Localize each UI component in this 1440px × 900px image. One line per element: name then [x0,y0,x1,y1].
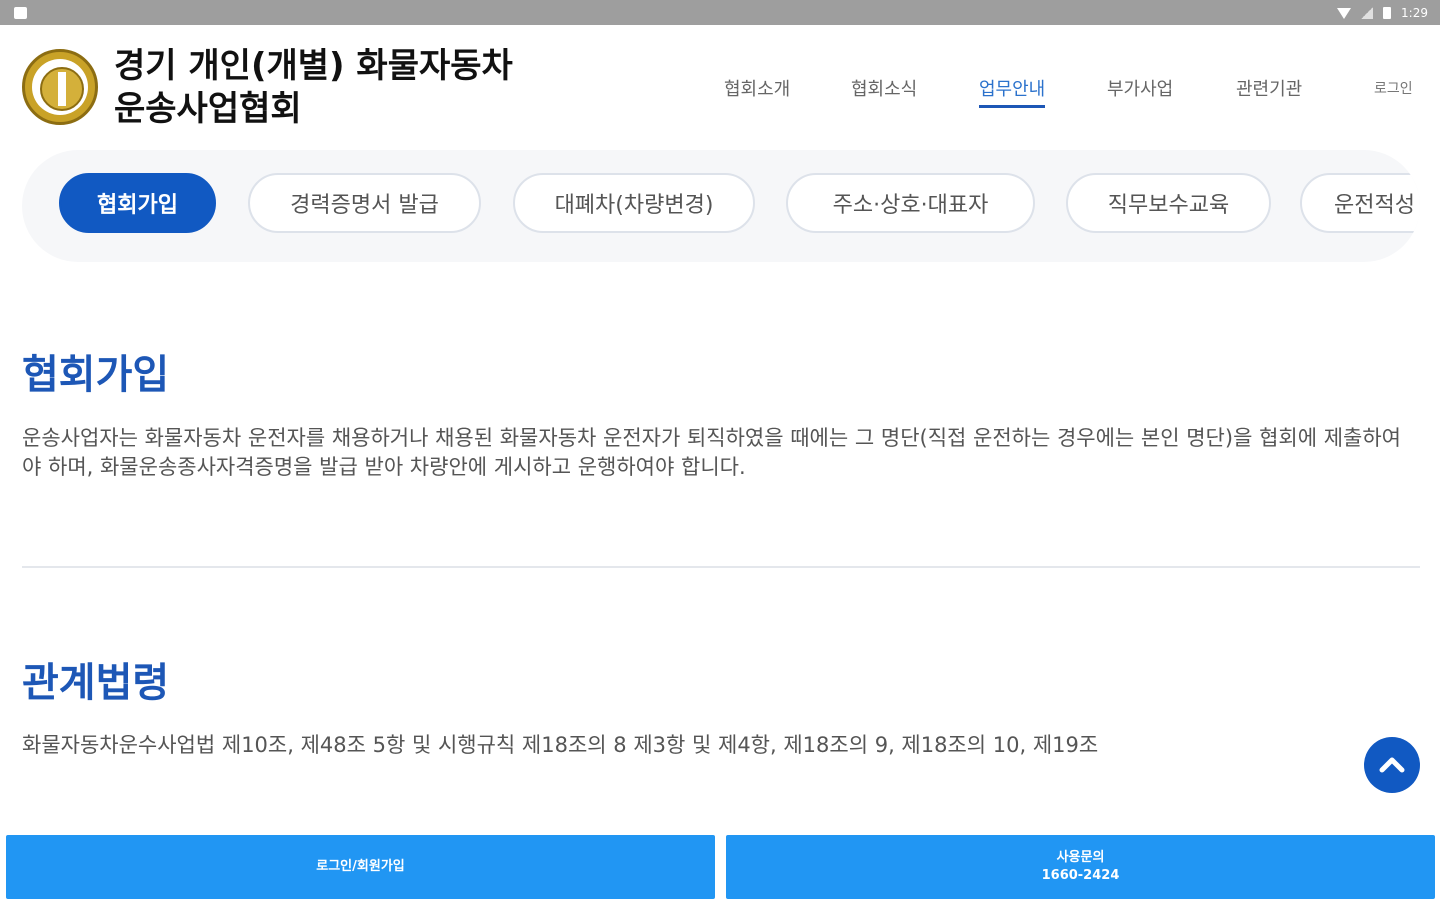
signal-icon [1361,7,1374,19]
login-link[interactable]: 로그인 [1374,78,1413,98]
scroll-top-button[interactable] [1364,737,1420,793]
status-icons: 1:29 [1337,5,1428,21]
section-body-membership: 운송사업자는 화물자동차 운전자를 채용하거나 채용된 화물자동차 운전자가 퇴… [22,426,1401,479]
nav-item-services[interactable]: 업무안내 [979,75,1046,108]
status-bar: 1:29 [0,0,1440,25]
battery-icon [1383,7,1392,19]
tab-driving-aptitude[interactable]: 운전적성 [1300,173,1420,233]
tab-vehicle-change[interactable]: 대폐차(차량변경) [513,173,755,233]
site-title-line1: 경기 개인(개별) 화물자동차 [114,46,513,86]
nav-item-about[interactable]: 협회소개 [724,75,790,101]
sub-nav: 협회가입 경력증명서 발급 대폐차(차량변경) 주소·상호·대표자 직무보수교육… [22,150,1420,262]
status-time: 1:29 [1401,6,1428,20]
tab-career-certificate[interactable]: 경력증명서 발급 [248,173,481,233]
nav-item-additional-business[interactable]: 부가사업 [1107,75,1173,101]
association-logo-icon[interactable] [22,49,98,125]
tab-address-name-representative[interactable]: 주소·상호·대표자 [786,173,1035,233]
main-nav: 협회소개 협회소식 업무안내 부가사업 관련기관 로그인 [700,75,1440,115]
wifi-icon [1337,7,1352,19]
inquiry-phone: 1660-2424 [1041,868,1120,883]
site-header: 경기 개인(개별) 화물자동차 운송사업협회 협회소개 협회소식 업무안내 부가… [0,25,1440,145]
inquiry-label: 사용문의 [1056,850,1105,865]
chevron-up-icon [1379,757,1405,773]
section-title-membership: 협회가입 [22,352,170,398]
login-join-button[interactable]: 로그인/회원가입 [6,835,715,899]
tab-job-training[interactable]: 직무보수교육 [1066,173,1271,233]
app-notification-icon [14,7,27,19]
nav-item-related-agencies[interactable]: 관련기관 [1236,75,1302,101]
section-title-laws: 관계법령 [22,660,170,706]
site-title[interactable]: 경기 개인(개별) 화물자동차 운송사업협회 [114,45,513,131]
login-join-label: 로그인/회원가입 [316,859,405,874]
section-body-laws: 화물자동차운수사업법 제10조, 제48조 5항 및 시행규칙 제18조의 8 … [22,733,1099,757]
road-emblem-icon [58,72,66,106]
inquiry-button[interactable]: 사용문의 1660-2424 [726,835,1435,899]
site-title-line2: 운송사업협회 [114,89,302,129]
section-divider [22,566,1420,568]
tab-membership[interactable]: 협회가입 [59,173,216,233]
nav-item-news[interactable]: 협회소식 [851,75,917,101]
